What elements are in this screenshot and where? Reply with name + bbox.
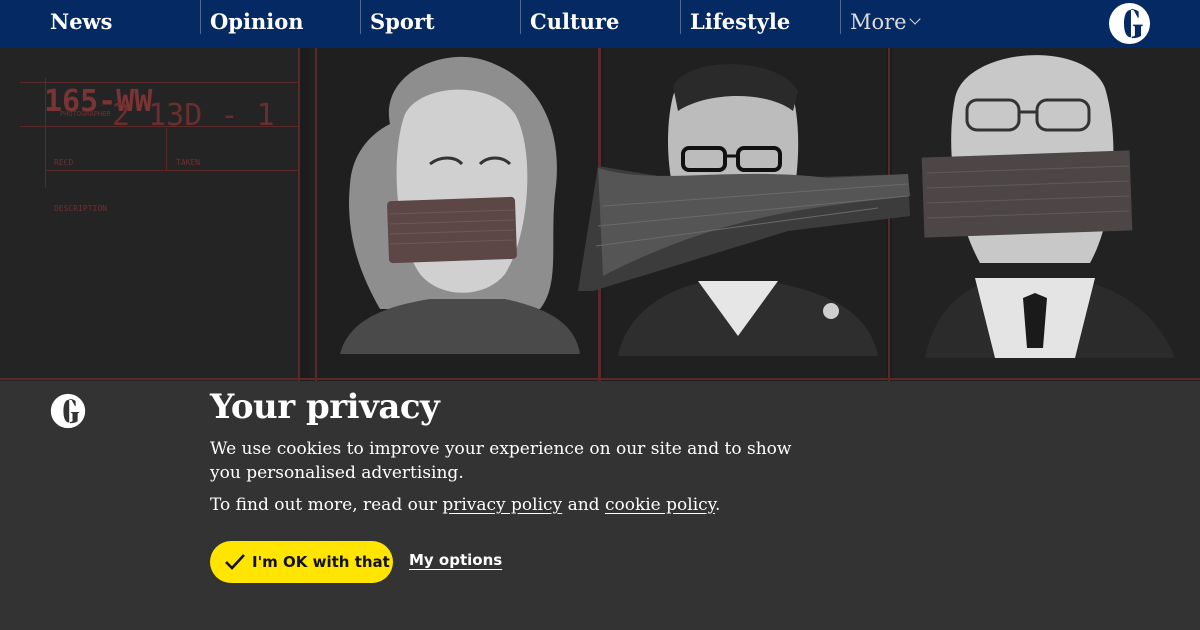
- guardian-g-logo-icon: [50, 393, 86, 429]
- card-field-recd: RECD: [54, 158, 74, 167]
- nav-divider: [200, 0, 201, 34]
- policy-text-prefix: To find out more, read our: [210, 495, 443, 515]
- privacy-consent-banner: Your privacy We use cookies to improve y…: [0, 381, 1200, 630]
- nav-item-lifestyle[interactable]: Lifestyle: [690, 0, 790, 48]
- portrait-man-glasses-torn-tape: [578, 64, 910, 356]
- checkmark-icon: [225, 554, 245, 570]
- nav-item-culture[interactable]: Culture: [530, 0, 619, 48]
- cookie-policy-link[interactable]: cookie policy: [605, 495, 715, 515]
- card-field-taken: TAKEN: [176, 158, 201, 167]
- card-code: 2 13D - 1: [112, 98, 275, 133]
- consent-description: We use cookies to improve your experienc…: [210, 439, 792, 483]
- consent-policy-text: To find out more, read our privacy polic…: [210, 493, 810, 517]
- nav-divider: [360, 0, 361, 34]
- nav-divider: [520, 0, 521, 34]
- guardian-g-logo-icon[interactable]: [1108, 2, 1151, 45]
- nav-more-label: More: [850, 10, 907, 34]
- card-field-description: DESCRIPTION: [54, 204, 107, 213]
- card-rule: [20, 82, 300, 83]
- card-rule: [166, 128, 167, 170]
- card-rule: [0, 378, 1200, 380]
- portrait-bald-man-taped-mouth: [921, 55, 1175, 358]
- consent-title: Your privacy: [210, 387, 440, 427]
- card-rule: [45, 170, 300, 171]
- accept-cookies-button[interactable]: I'm OK with that: [210, 541, 393, 583]
- top-navigation: News Opinion Sport Culture Lifestyle Mor…: [0, 0, 1200, 48]
- nav-item-sport[interactable]: Sport: [370, 0, 435, 48]
- nav-divider: [680, 0, 681, 34]
- chevron-down-icon: [908, 13, 921, 25]
- nav-item-opinion[interactable]: Opinion: [210, 0, 303, 48]
- nav-divider: [840, 0, 841, 34]
- policy-text-suffix: .: [715, 495, 721, 515]
- card-rule: [315, 48, 317, 381]
- card-field-photographer: PHOTOGRAPHER: [60, 110, 111, 118]
- privacy-policy-link[interactable]: privacy policy: [442, 495, 562, 515]
- policy-text-middle: and: [562, 495, 605, 515]
- accept-button-label: I'm OK with that: [252, 553, 390, 571]
- card-rule: [298, 48, 300, 381]
- nav-more-menu[interactable]: More: [850, 0, 921, 48]
- portrait-woman-taped-mouth: [340, 56, 580, 354]
- hero-image: 165-WW 2 13D - 1 PHOTOGRAPHER RECD TAKEN…: [0, 48, 1200, 381]
- nav-item-news[interactable]: News: [50, 0, 112, 48]
- my-options-link[interactable]: My options: [409, 551, 502, 569]
